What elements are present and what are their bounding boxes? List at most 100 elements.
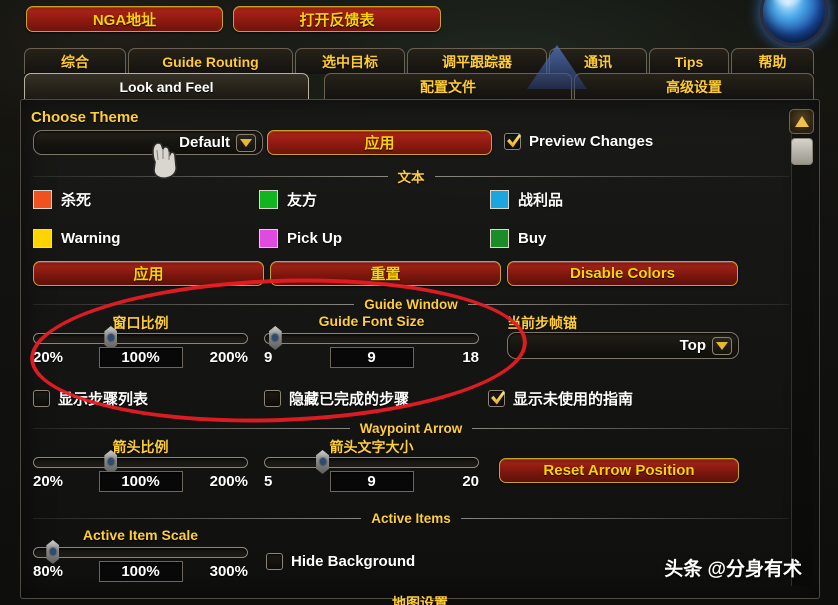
open-feedback-form-button[interactable]: 打开反馈表 bbox=[233, 6, 441, 32]
color-label: Pick Up bbox=[287, 230, 343, 247]
bottom-section-label: 地图设置 bbox=[20, 593, 820, 605]
slider-thumb[interactable] bbox=[268, 326, 282, 350]
disable-colors-button[interactable]: Disable Colors bbox=[507, 261, 738, 286]
color-swatch[interactable] bbox=[259, 229, 278, 248]
scrollbar-thumb[interactable] bbox=[791, 138, 813, 165]
scroll-up-button[interactable] bbox=[789, 109, 814, 134]
slider-value-input[interactable]: 100% bbox=[98, 561, 183, 582]
section-header-guide-window: Guide Window bbox=[33, 296, 789, 312]
settings-panel: Choose Theme Default 应用 Preview Changes … bbox=[20, 99, 820, 599]
choose-theme-heading: Choose Theme bbox=[31, 109, 139, 126]
color-row-loot[interactable]: 战利品 bbox=[490, 189, 563, 210]
section-title-text: 文本 bbox=[397, 170, 425, 185]
slider-thumb[interactable] bbox=[46, 540, 60, 564]
watermark-text: 头条 @分身有术 bbox=[664, 559, 802, 580]
color-row-buy[interactable]: Buy bbox=[490, 229, 546, 248]
reset-arrow-position-button[interactable]: Reset Arrow Position bbox=[499, 458, 739, 483]
tab-help[interactable]: 帮助 bbox=[731, 48, 814, 74]
apply-theme-button[interactable]: 应用 bbox=[267, 130, 492, 155]
guide-font-size-slider[interactable]: Guide Font Size 9 18 9 bbox=[264, 313, 479, 369]
slider-max-label: 300% bbox=[209, 563, 248, 580]
current-step-anchor-label: 当前步帧锚 bbox=[507, 315, 577, 331]
arrow-scale-slider[interactable]: 箭头比例 20% 200% 100% bbox=[33, 437, 248, 493]
current-step-anchor-dropdown[interactable]: Top bbox=[507, 332, 739, 359]
slider-min-label: 5 bbox=[264, 473, 273, 490]
tab-select-target[interactable]: 选中目标 bbox=[295, 48, 405, 74]
tab-tips[interactable]: Tips bbox=[649, 48, 729, 74]
show-unused-guides-checkbox[interactable]: 显示未使用的指南 bbox=[488, 388, 633, 409]
color-swatch[interactable] bbox=[33, 229, 52, 248]
section-header-text: 文本 bbox=[33, 168, 789, 185]
apply-colors-button[interactable]: 应用 bbox=[33, 261, 264, 286]
slider-max-label: 200% bbox=[209, 473, 248, 490]
top-button-bar: NGA地址 打开反馈表 bbox=[0, 2, 838, 34]
color-swatch[interactable] bbox=[33, 190, 52, 209]
color-label: Warning bbox=[61, 230, 121, 247]
slider-track[interactable] bbox=[33, 457, 248, 468]
active-item-scale-slider[interactable]: Active Item Scale 80% 300% 100% bbox=[33, 527, 248, 583]
window-scale-slider[interactable]: 窗口比例 20% 200% 100% bbox=[33, 313, 248, 369]
tab-zonghe[interactable]: 综合 bbox=[24, 48, 126, 74]
slider-value-input[interactable]: 9 bbox=[329, 471, 414, 492]
color-row-friendly[interactable]: 友方 bbox=[259, 189, 317, 210]
section-title-map-settings: 地图设置 bbox=[392, 595, 448, 605]
slider-min-label: 9 bbox=[264, 349, 273, 366]
tab-guide-routing[interactable]: Guide Routing bbox=[128, 48, 293, 74]
color-label: Buy bbox=[518, 230, 547, 247]
slider-track[interactable] bbox=[264, 333, 479, 344]
color-swatch[interactable] bbox=[490, 190, 509, 209]
mouse-cursor-icon bbox=[152, 142, 177, 179]
tab-row-secondary: Look and Feel 配置文件 高级设置 bbox=[0, 73, 838, 100]
slider-value-input[interactable]: 100% bbox=[98, 347, 183, 368]
app-root: NGA地址 打开反馈表 综合 Guide Routing 选中目标 调平跟踪器 … bbox=[0, 0, 838, 605]
preview-changes-label: Preview Changes bbox=[529, 133, 654, 150]
hide-completed-steps-checkbox[interactable]: 隐藏已完成的步骤 bbox=[264, 388, 409, 409]
slider-min-label: 80% bbox=[33, 563, 64, 580]
section-header-active-items: Active Items bbox=[33, 510, 790, 526]
slider-track[interactable] bbox=[33, 333, 248, 344]
slider-track[interactable] bbox=[33, 547, 248, 558]
nga-address-button[interactable]: NGA地址 bbox=[26, 6, 223, 32]
hide-background-checkbox[interactable]: Hide Background bbox=[266, 553, 415, 570]
arrow-font-size-label: 箭头文字大小 bbox=[329, 439, 414, 455]
slider-max-label: 200% bbox=[209, 349, 248, 366]
checkbox-icon bbox=[266, 553, 283, 570]
show-step-list-checkbox[interactable]: 显示步骤列表 bbox=[33, 388, 148, 409]
color-row-pickup[interactable]: Pick Up bbox=[259, 229, 342, 248]
slider-min-label: 20% bbox=[33, 473, 64, 490]
reset-colors-button[interactable]: 重置 bbox=[270, 261, 501, 286]
preview-changes-checkbox[interactable]: Preview Changes bbox=[504, 133, 653, 150]
section-title-active-items: Active Items bbox=[371, 510, 451, 526]
scrollbar-track[interactable] bbox=[791, 116, 813, 586]
tab-look-and-feel[interactable]: Look and Feel bbox=[24, 73, 309, 99]
slider-max-label: 20 bbox=[462, 473, 479, 490]
slider-min-label: 20% bbox=[33, 349, 64, 366]
color-label: 友方 bbox=[287, 192, 318, 209]
section-title-waypoint-arrow: Waypoint Arrow bbox=[359, 420, 463, 436]
window-scale-label: 窗口比例 bbox=[112, 315, 169, 331]
arrow-font-size-slider[interactable]: 箭头文字大小 5 20 9 bbox=[264, 437, 479, 493]
active-item-scale-label: Active Item Scale bbox=[82, 527, 199, 543]
slider-track[interactable] bbox=[264, 457, 479, 468]
checkbox-label: Hide Background bbox=[291, 553, 416, 570]
color-row-kill[interactable]: 杀死 bbox=[33, 189, 91, 210]
checkbox-icon bbox=[504, 133, 521, 150]
arrow-scale-label: 箭头比例 bbox=[112, 439, 169, 455]
color-swatch[interactable] bbox=[490, 229, 509, 248]
checkbox-label: 显示未使用的指南 bbox=[513, 391, 634, 408]
section-header-waypoint-arrow: Waypoint Arrow bbox=[33, 420, 789, 436]
checkbox-icon bbox=[33, 390, 50, 407]
slider-thumb[interactable] bbox=[316, 450, 330, 474]
color-row-warning[interactable]: Warning bbox=[33, 229, 120, 248]
slider-value-input[interactable]: 9 bbox=[329, 347, 414, 368]
anchor-dropdown-value: Top bbox=[679, 337, 706, 354]
tab-advanced[interactable]: 高级设置 bbox=[574, 73, 814, 99]
checkbox-label: 隐藏已完成的步骤 bbox=[289, 391, 410, 408]
color-swatch[interactable] bbox=[259, 190, 278, 209]
tab-level-tracker[interactable]: 调平跟踪器 bbox=[407, 48, 547, 74]
slider-value-input[interactable]: 100% bbox=[98, 471, 183, 492]
chevron-down-icon bbox=[712, 336, 732, 355]
section-title-guide-window: Guide Window bbox=[364, 296, 458, 312]
checkbox-icon bbox=[264, 390, 281, 407]
chevron-down-icon bbox=[236, 133, 256, 152]
